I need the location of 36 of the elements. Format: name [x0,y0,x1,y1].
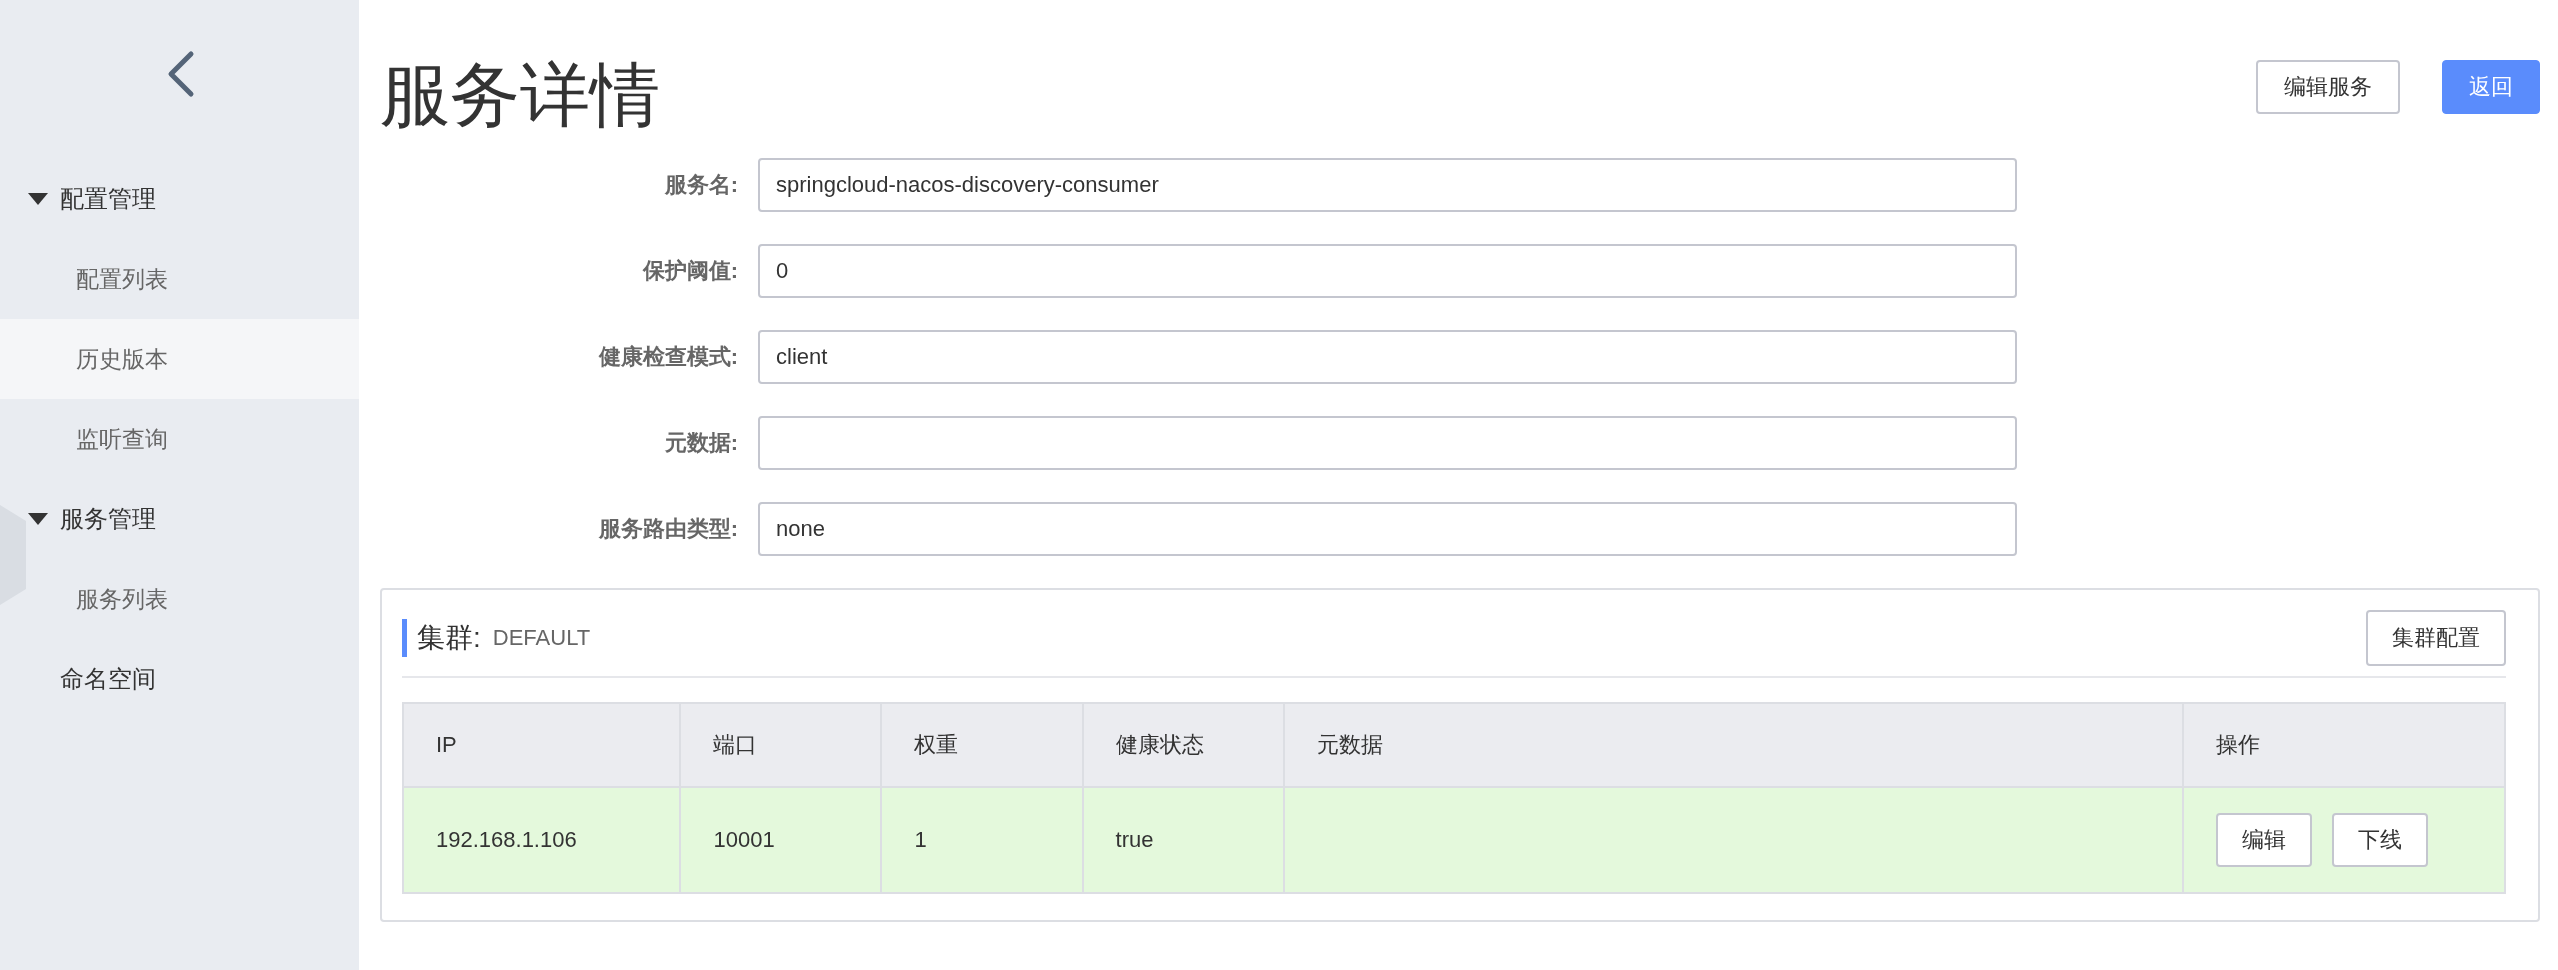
page-title: 服务详情 [380,60,660,130]
table-cell: 1 [881,787,1083,893]
sidebar-group[interactable]: 服务管理 [28,479,359,559]
table-cell: 10001 [680,787,882,893]
input-field[interactable]: 0 [758,244,2017,298]
field-label: 保护阈值: [641,257,739,285]
sidebar-item[interactable]: 服务列表 [28,559,359,639]
edit-button[interactable]: 编辑 [2216,813,2313,867]
column-header: IP [403,703,681,787]
sidebar-item[interactable]: 配置列表 [28,239,359,319]
offline-button[interactable]: 下线 [2332,813,2429,867]
field-label: 元数据: [663,429,739,457]
cluster-config-button[interactable]: 集群配置 [2366,610,2506,666]
sidebar-group[interactable]: 命名空间 [28,639,359,719]
input-field[interactable]: springcloud-nacos-discovery-consumer [758,158,2017,212]
input-field[interactable]: none [758,502,2017,556]
field-label: 健康检查模式: [597,343,739,371]
column-header: 端口 [680,703,882,787]
caret-icon [28,513,48,525]
column-header: 操作 [2183,703,2505,787]
field-label: 服务名: [663,171,739,199]
edit-button[interactable]: 编辑服务 [2256,60,2400,114]
column-header: 权重 [881,703,1083,787]
sidebar-group[interactable]: 配置管理 [28,159,359,239]
input-field[interactable]: client [758,330,2017,384]
cluster-label: 集群: [417,621,481,655]
table-cell: 192.168.1.106 [403,787,681,893]
table-cell: true [1082,787,1284,893]
sidebar-item[interactable]: 历史版本 [0,319,359,399]
caret-icon [28,193,48,205]
sidebar-item[interactable]: 监听查询 [28,399,359,479]
column-header: 健康状态 [1082,703,1284,787]
column-header: 元数据 [1283,703,2184,787]
cluster-name: DEFAULT [492,625,591,651]
input-field[interactable] [758,416,2017,470]
field-label: 服务路由类型: [597,515,739,543]
